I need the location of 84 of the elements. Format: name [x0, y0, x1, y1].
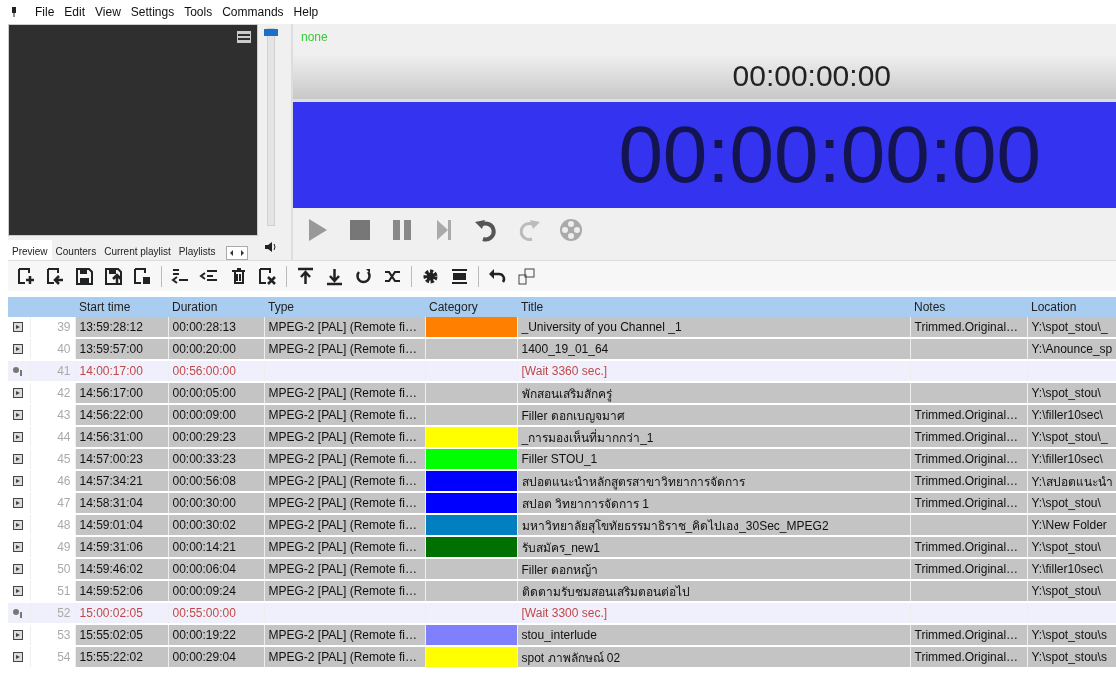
table-cell: 39: [30, 317, 75, 338]
table-cell: รับสมัคร_new1: [517, 536, 910, 558]
time-counter: 00:00:00:00: [732, 59, 891, 93]
menu-item[interactable]: Settings: [125, 3, 180, 21]
column-header[interactable]: Start time: [75, 297, 168, 317]
menu-item[interactable]: Tools: [179, 3, 218, 21]
column-header[interactable]: Location: [1027, 297, 1116, 317]
table-cell: MPEG-2 [PAL] (Remote fi…: [264, 514, 425, 536]
table-cell: MPEG-2 [PAL] (Remote fi…: [264, 536, 425, 558]
table-cell: Filler ดอกเบญจมาศ: [517, 404, 910, 426]
tab[interactable]: Counters: [51, 243, 101, 260]
table-cell: MPEG-2 [PAL] (Remote fi…: [264, 404, 425, 426]
clip-icon: [12, 629, 24, 641]
table-cell: Filler STOU_1: [517, 448, 910, 470]
table-cell: Trimmed.Original…: [910, 317, 1027, 338]
pin-icon[interactable]: [10, 6, 18, 18]
page-x-icon[interactable]: [257, 265, 278, 287]
clip-icon: [12, 563, 24, 575]
menu-item[interactable]: Edit: [59, 3, 91, 21]
countdown-timer: 00:00:00:00: [618, 109, 1041, 201]
table-cell: _การมองเห็นที่มากกว่า_1: [517, 426, 910, 448]
column-header[interactable]: Duration: [168, 297, 264, 317]
wait-icon: [12, 607, 24, 619]
column-header[interactable]: Notes: [910, 297, 1027, 317]
table-cell: [Wait 3360 sec.]: [517, 360, 910, 382]
page-arrow-icon[interactable]: [45, 265, 66, 287]
menu-item[interactable]: Help: [288, 3, 324, 21]
volume-slider[interactable]: [266, 28, 275, 226]
table-cell: [Wait 3300 sec.]: [517, 602, 910, 624]
tab[interactable]: Playlists: [174, 243, 220, 260]
table-cell: MPEG-2 [PAL] (Remote fi…: [264, 624, 425, 646]
tab[interactable]: Current playlist: [100, 243, 175, 260]
table-cell: มหาวิทยาลัยสุโขทัยธรรมาธิราช_คิดไปเอง_30Sec_MPEG2: [517, 514, 910, 536]
menu-icon[interactable]: [237, 31, 251, 43]
clip-icon: [12, 519, 24, 531]
status-text: none: [301, 30, 328, 44]
clip-icon: [12, 541, 24, 553]
menu-item[interactable]: View: [90, 3, 126, 21]
clip-icon: [12, 343, 24, 355]
clip-icon: [12, 431, 24, 443]
table-cell: Filler ดอกหญ้า: [517, 558, 910, 580]
clip-icon: [12, 497, 24, 509]
column-header[interactable]: Title: [517, 297, 910, 317]
table-cell: MPEG-2 [PAL] (Remote fi…: [264, 426, 425, 448]
tab[interactable]: Preview: [8, 240, 52, 260]
table-cell: MPEG-2 [PAL] (Remote fi…: [264, 558, 425, 580]
table-cell: MPEG-2 [PAL] (Remote fi…: [264, 338, 425, 360]
column-header[interactable]: Type: [264, 297, 425, 317]
table-cell: MPEG-2 [PAL] (Remote fi…: [264, 646, 425, 668]
clip-icon: [12, 475, 24, 487]
clip-icon: [12, 321, 24, 333]
table-cell: MPEG-2 [PAL] (Remote fi…: [264, 382, 425, 404]
table-cell: MPEG-2 [PAL] (Remote fi…: [264, 580, 425, 602]
save-icon[interactable]: [74, 265, 95, 287]
table-cell: สปอต วิทยาการจัดการ 1: [517, 492, 910, 514]
table-cell: พักสอนเสริมสักครู่: [517, 382, 910, 404]
table-cell: สปอตแนะนำหลักสูตรสาขาวิทยาการจัดการ: [517, 470, 910, 492]
table-cell: Y:\spot_stou\_: [1027, 317, 1116, 338]
clip-icon: [12, 585, 24, 597]
page-save-icon[interactable]: [132, 265, 153, 287]
table-cell: _University of you Channel _1: [517, 317, 910, 338]
menu-item[interactable]: File: [30, 3, 60, 21]
clip-icon: [12, 387, 24, 399]
clip-icon: [12, 453, 24, 465]
table-cell: MPEG-2 [PAL] (Remote fi…: [264, 448, 425, 470]
column-header[interactable]: Category: [425, 297, 517, 317]
move-top-icon[interactable]: [295, 265, 316, 287]
table-cell: stou_interlude: [517, 624, 910, 646]
table-cell: spot ภาพลักษณ์ 02: [517, 646, 910, 668]
save-up-icon[interactable]: [103, 265, 124, 287]
table-cell: ติดตามรับชมสอนเสริมตอนต่อไป: [517, 580, 910, 602]
clip-icon: [12, 409, 24, 421]
wait-icon: [12, 365, 24, 377]
table-cell: MPEG-2 [PAL] (Remote fi…: [264, 492, 425, 514]
clip-icon: [12, 651, 24, 663]
speaker-icon[interactable]: [264, 240, 277, 254]
table-cell: 00:00:28:13: [168, 317, 264, 338]
table-cell: MPEG-2 [PAL] (Remote fi…: [264, 317, 425, 338]
table-cell: MPEG-2 [PAL] (Remote fi…: [264, 470, 425, 492]
table-cell: 1400_19_01_64: [517, 338, 910, 360]
menu-item[interactable]: Commands: [217, 3, 289, 21]
window-copy-icon[interactable]: [516, 265, 537, 287]
table-cell: 13:59:28:12: [75, 317, 168, 338]
page-plus-icon[interactable]: [16, 265, 37, 287]
